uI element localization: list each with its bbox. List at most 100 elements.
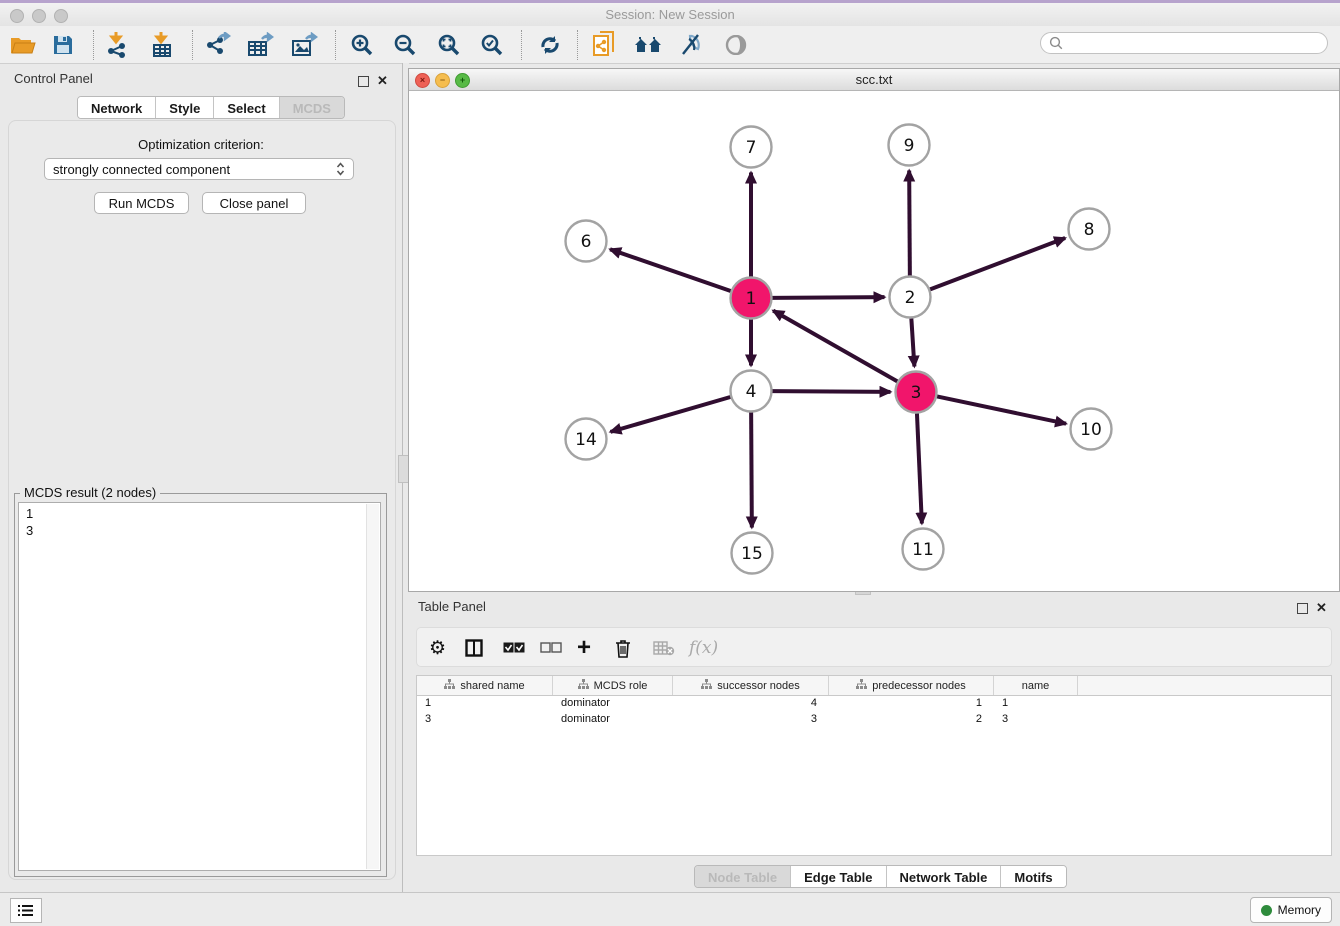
close-panel-icon[interactable]: ✕ [377, 73, 388, 89]
node-label-6: 6 [581, 232, 592, 252]
table-row[interactable]: 3dominator323 [417, 712, 1331, 728]
column-header-successor-nodes[interactable]: successor nodes [673, 676, 829, 695]
edge-1-6[interactable] [610, 249, 731, 291]
import-network-icon[interactable] [103, 31, 133, 59]
export-image-icon[interactable] [290, 31, 320, 59]
mcds-result-title: MCDS result (2 nodes) [20, 485, 160, 500]
save-session-icon[interactable] [48, 31, 78, 59]
select-all-icon[interactable] [503, 634, 525, 662]
zoom-out-icon[interactable] [390, 31, 420, 59]
tab-select[interactable]: Select [214, 97, 279, 118]
search-input[interactable] [1063, 35, 1317, 51]
search-box[interactable] [1040, 32, 1328, 54]
table-cell[interactable]: 2 [829, 712, 994, 728]
column-header-MCDS-role[interactable]: MCDS role [553, 676, 673, 695]
edge-1-2[interactable] [772, 297, 884, 298]
result-item[interactable]: 3 [26, 522, 380, 539]
table-cell[interactable]: 3 [994, 712, 1078, 728]
node-label-8: 8 [1084, 220, 1095, 240]
table-cell[interactable]: dominator [553, 696, 673, 712]
control-panel-buttons: ✕ [358, 73, 388, 89]
table-cell[interactable]: 1 [829, 696, 994, 712]
tab-node-table[interactable]: Node Table [695, 866, 791, 887]
edge-2-8[interactable] [930, 238, 1065, 289]
edge-4-14[interactable] [610, 397, 730, 432]
table-cell[interactable]: 3 [673, 712, 829, 728]
deselect-all-icon[interactable] [540, 634, 562, 662]
columns-icon[interactable] [465, 634, 483, 662]
node-label-14: 14 [575, 430, 597, 450]
tab-style[interactable]: Style [156, 97, 214, 118]
toolbar-separator [577, 30, 578, 60]
hierarchy-icon [856, 679, 867, 693]
hide-style-icon[interactable] [676, 31, 706, 59]
mcds-result-list[interactable]: 13 [18, 502, 381, 871]
table-cell[interactable]: 1 [417, 696, 553, 712]
export-network-icon[interactable] [203, 31, 233, 59]
node-label-15: 15 [741, 544, 763, 564]
zoom-selected-icon[interactable] [477, 31, 507, 59]
edge-3-11[interactable] [917, 413, 922, 523]
control-panel-tabs: NetworkStyleSelectMCDS [77, 96, 345, 119]
open-file-icon[interactable] [8, 31, 38, 59]
main-toolbar [0, 26, 1340, 64]
close-table-panel-icon[interactable]: ✕ [1316, 600, 1327, 616]
edge-3-10[interactable] [937, 396, 1066, 423]
table-cell[interactable]: 3 [417, 712, 553, 728]
gear-icon[interactable]: ⚙ [429, 634, 446, 662]
delete-table-icon[interactable] [653, 634, 675, 662]
float-table-panel-icon[interactable] [1297, 603, 1308, 614]
run-mcds-button[interactable]: Run MCDS [94, 192, 189, 214]
application-window: Session: New Session [0, 0, 1340, 926]
column-header-shared-name[interactable]: shared name [417, 676, 553, 695]
memory-label: Memory [1278, 903, 1321, 917]
tab-mcds[interactable]: MCDS [280, 97, 344, 118]
close-panel-button[interactable]: Close panel [202, 192, 306, 214]
tab-motifs[interactable]: Motifs [1001, 866, 1065, 887]
zoom-in-icon[interactable] [347, 31, 377, 59]
hierarchy-icon [444, 679, 455, 693]
control-panel-title: Control Panel [14, 71, 93, 86]
network-canvas[interactable]: 7968124314101511 [409, 91, 1339, 587]
table-cell[interactable]: 4 [673, 696, 829, 712]
column-header-name[interactable]: name [994, 676, 1078, 695]
edge-4-15[interactable] [751, 412, 752, 527]
float-panel-icon[interactable] [358, 76, 369, 87]
toolbar-separator [93, 30, 94, 60]
edge-2-3[interactable] [911, 318, 914, 366]
task-history-button[interactable] [10, 898, 42, 923]
import-table-icon[interactable] [148, 31, 178, 59]
function-builder-icon[interactable]: f(x) [689, 634, 718, 662]
search-icon [1049, 36, 1063, 50]
memory-button[interactable]: Memory [1250, 897, 1332, 923]
network-window-title: scc.txt [409, 72, 1339, 87]
table-cell[interactable]: 1 [994, 696, 1078, 712]
zoom-fit-icon[interactable] [434, 31, 464, 59]
table-panel-tabs: Node TableEdge TableNetwork TableMotifs [694, 865, 1067, 888]
add-icon[interactable]: + [577, 634, 591, 662]
clone-network-icon[interactable] [590, 31, 620, 59]
result-item[interactable]: 1 [26, 505, 380, 522]
chevron-up-down-icon [336, 162, 345, 176]
table-row[interactable]: 1dominator411 [417, 696, 1331, 712]
tab-edge-table[interactable]: Edge Table [791, 866, 886, 887]
refresh-icon[interactable] [535, 31, 565, 59]
edge-3-1[interactable] [773, 311, 897, 382]
tab-network-table[interactable]: Network Table [887, 866, 1002, 887]
trash-icon[interactable] [615, 634, 631, 662]
edge-4-3[interactable] [772, 391, 890, 392]
table-cell[interactable]: dominator [553, 712, 673, 728]
column-header-predecessor-nodes[interactable]: predecessor nodes [829, 676, 994, 695]
node-label-7: 7 [746, 138, 757, 158]
network-window-titlebar[interactable]: × − + scc.txt [409, 69, 1339, 91]
result-scrollbar[interactable] [366, 504, 379, 869]
homes-icon[interactable] [633, 31, 663, 59]
edge-2-9[interactable] [909, 170, 910, 275]
node-label-10: 10 [1080, 420, 1102, 440]
eye-icon[interactable] [721, 31, 751, 59]
export-table-icon[interactable] [246, 31, 276, 59]
criterion-dropdown[interactable]: strongly connected component [44, 158, 354, 180]
hierarchy-icon [701, 679, 712, 693]
node-table[interactable]: shared nameMCDS rolesuccessor nodesprede… [416, 675, 1332, 856]
tab-network[interactable]: Network [78, 97, 156, 118]
